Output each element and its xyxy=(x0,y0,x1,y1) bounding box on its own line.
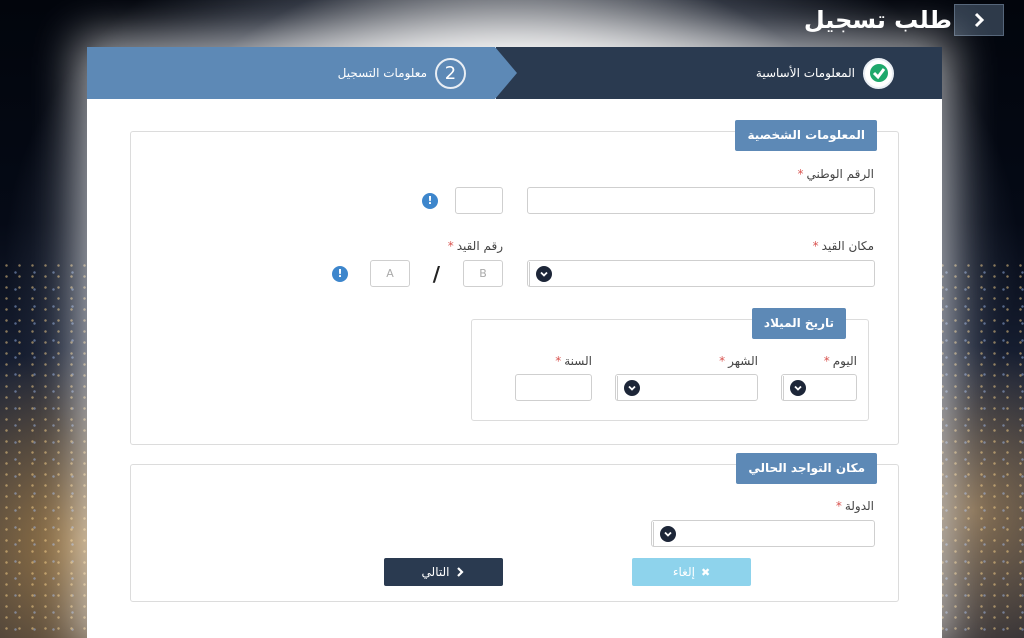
personal-info-section: المعلومات الشخصية الرقم الوطني* ! مكان ا… xyxy=(130,120,899,445)
check-icon xyxy=(863,57,894,89)
year-input[interactable] xyxy=(515,374,592,401)
cancel-button[interactable]: ✖ إلغاء xyxy=(632,558,751,586)
day-dropdown[interactable] xyxy=(783,376,811,400)
chevron-down-icon xyxy=(535,266,552,282)
cancel-label: إلغاء xyxy=(672,565,695,579)
current-location-section: مكان التواجد الحالي الدولة* ✖ إلغاء التا… xyxy=(130,453,899,602)
month-dropdown[interactable] xyxy=(617,376,645,400)
top-bar: طلب تسجيل xyxy=(796,2,1004,38)
chevron-down-icon xyxy=(659,526,676,542)
step-2-label: معلومات التسجيل xyxy=(337,66,427,80)
chevron-left-icon xyxy=(457,567,465,577)
national-id-info-icon[interactable]: ! xyxy=(422,193,438,209)
next-label: التالي xyxy=(421,565,450,579)
step-1: المعلومات الأساسية xyxy=(756,47,894,99)
birth-date-legend: تاريخ الميلاد xyxy=(751,308,846,339)
personal-info-legend: المعلومات الشخصية xyxy=(735,120,877,151)
country-label: الدولة* xyxy=(835,499,874,513)
national-id-extra-input[interactable] xyxy=(455,187,503,214)
country-dropdown[interactable] xyxy=(653,522,681,546)
current-location-legend: مكان التواجد الحالي xyxy=(736,453,877,484)
step-2: 2 معلومات التسجيل xyxy=(338,47,466,99)
registry-number-label: رقم القيد* xyxy=(447,239,503,253)
country-select[interactable] xyxy=(651,520,875,547)
day-select[interactable] xyxy=(781,374,857,401)
registry-separator: / xyxy=(432,262,440,286)
registry-place-dropdown[interactable] xyxy=(529,262,557,286)
stepper: المعلومات الأساسية 2 معلومات التسجيل xyxy=(87,47,942,99)
registry-number-b-input[interactable]: B xyxy=(463,260,503,287)
year-label: السنة* xyxy=(555,354,592,368)
national-id-label: الرقم الوطني* xyxy=(797,167,874,181)
registry-number-a-input[interactable]: A xyxy=(370,260,410,287)
national-id-input[interactable] xyxy=(527,187,875,214)
close-icon: ✖ xyxy=(700,565,711,579)
registration-card: المعلومات الأساسية 2 معلومات التسجيل الم… xyxy=(87,47,942,638)
step-2-number: 2 xyxy=(435,57,466,89)
chevron-right-icon xyxy=(974,12,985,28)
registry-info-icon[interactable]: ! xyxy=(332,266,348,282)
day-label: اليوم* xyxy=(823,354,857,368)
chevron-down-icon xyxy=(789,380,806,396)
month-select[interactable] xyxy=(615,374,758,401)
birth-date-section: تاريخ الميلاد اليوم* الشهر* السنة* xyxy=(471,308,869,421)
chevron-down-icon xyxy=(623,380,640,396)
back-button[interactable] xyxy=(954,4,1004,36)
registry-place-select[interactable] xyxy=(527,260,875,287)
step-1-label: المعلومات الأساسية xyxy=(755,66,855,80)
page-title: طلب تسجيل xyxy=(803,6,952,34)
registry-place-label: مكان القيد* xyxy=(812,239,874,253)
month-label: الشهر* xyxy=(719,354,758,368)
next-button[interactable]: التالي xyxy=(384,558,503,586)
